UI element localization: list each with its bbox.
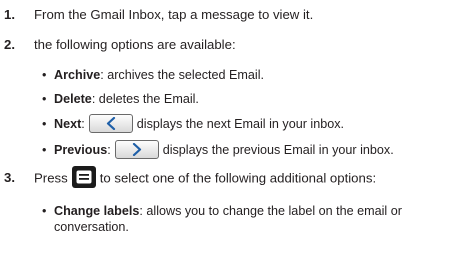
bullet-sep: : — [107, 143, 111, 157]
bullet-text-continued: conversation. — [54, 220, 129, 234]
bullet-term: Next — [54, 117, 82, 131]
bullet-term: Previous — [54, 143, 108, 157]
bullet-text: Archive: archives the selected Email. — [54, 67, 264, 83]
bullet-text: Next: displays the next Email in your inb… — [54, 113, 344, 133]
step-text-before: Press — [34, 170, 68, 186]
step-number: 3. — [4, 170, 15, 185]
bullet-desc: : deletes the Email. — [91, 92, 199, 106]
step-text-after: to select one of the following additiona… — [99, 170, 377, 186]
bullet-desc: displays the previous Email in your inbo… — [162, 143, 394, 157]
bullet-dot: • — [42, 68, 47, 82]
bullet-dot: • — [42, 92, 47, 106]
bullet-text: Previous: displays the previous Email in … — [54, 139, 394, 159]
bullet-dot: • — [42, 117, 47, 131]
bullet-desc: displays the next Email in your inbox. — [136, 117, 344, 131]
next-button-graphic — [88, 113, 133, 133]
menu-key-icon — [71, 166, 96, 188]
step-number: 1. — [4, 7, 15, 22]
bullet-desc: : archives the selected Email. — [100, 68, 264, 82]
bullet-sep: : — [81, 117, 85, 131]
bullet-term: Change labels — [54, 204, 140, 218]
bullet-term: Delete — [54, 92, 92, 106]
previous-button-graphic — [114, 139, 159, 159]
step-text: Press to select one of the following addi… — [34, 166, 377, 188]
manual-page: 1. From the Gmail Inbox, tap a message t… — [0, 0, 470, 265]
step-text: From the Gmail Inbox, tap a message to v… — [34, 7, 314, 22]
step-text: the following options are available: — [34, 37, 236, 52]
step-number: 2. — [4, 37, 15, 52]
bullet-term: Archive — [54, 68, 101, 82]
bullet-dot: • — [42, 204, 47, 218]
bullet-dot: • — [42, 143, 47, 157]
bullet-text: Delete: deletes the Email. — [54, 91, 199, 107]
bullet-desc: : allows you to change the label on the … — [139, 204, 402, 218]
bullet-text: Change labels: allows you to change the … — [54, 203, 402, 219]
